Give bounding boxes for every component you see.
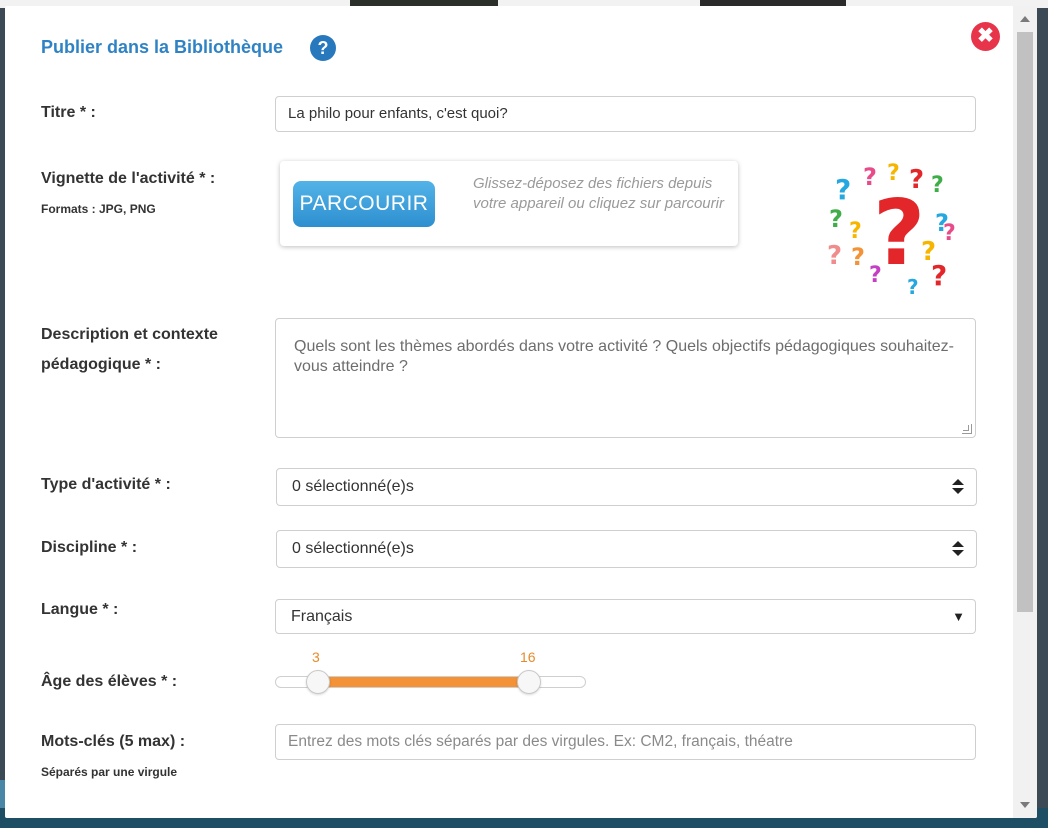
age-max-value: 16	[520, 649, 536, 665]
question-mark-icon: ?	[943, 221, 956, 246]
question-mark-icon: ?	[907, 275, 919, 299]
question-mark-icon: ?	[829, 205, 843, 233]
age-label: Âge des élèves * :	[41, 673, 178, 690]
help-icon[interactable]: ?	[310, 35, 336, 61]
age-range-slider[interactable]	[275, 670, 586, 694]
question-mark-icon: ?	[863, 163, 877, 191]
age-max-handle[interactable]	[517, 670, 541, 694]
select-arrows-icon	[952, 479, 964, 495]
question-mark-icon: ?	[931, 259, 948, 292]
browse-button[interactable]: PARCOURIR	[293, 181, 435, 227]
keywords-input[interactable]: Entrez des mots clés séparés par des vir…	[275, 724, 976, 760]
select-arrows-icon	[952, 541, 964, 557]
publish-modal: Publier dans la Bibliothèque ? ✖ Titre *…	[5, 6, 1037, 818]
question-mark-icon: ?	[869, 263, 882, 288]
close-icon[interactable]: ✖	[971, 22, 1000, 51]
question-mark-icon: ?	[887, 161, 900, 186]
description-label-line2: pédagogique * :	[41, 356, 161, 373]
question-mark-icon: ?	[849, 219, 862, 244]
language-select[interactable]: Français ▼	[275, 599, 976, 634]
dropzone-hint: Glissez-déposez des fichiers depuis votr…	[473, 175, 724, 212]
modal-scrollbar[interactable]	[1013, 6, 1037, 818]
scrollbar-thumb[interactable]	[1017, 32, 1033, 612]
description-textarea[interactable]: Quels sont les thèmes abordés dans votre…	[275, 318, 976, 438]
language-value: Français	[291, 608, 353, 625]
question-mark-icon: ?	[909, 165, 925, 195]
discipline-select[interactable]: 0 sélectionné(e)s	[276, 530, 977, 568]
discipline-label: Discipline * :	[41, 539, 138, 556]
scroll-down-icon[interactable]	[1020, 802, 1030, 808]
activity-type-select[interactable]: 0 sélectionné(e)s	[276, 468, 977, 506]
age-min-value: 3	[312, 649, 320, 665]
activity-type-label: Type d'activité * :	[41, 476, 171, 493]
title-input[interactable]: La philo pour enfants, c'est quoi?	[275, 96, 976, 132]
scroll-up-icon[interactable]	[1020, 16, 1030, 22]
description-label-line1: Description et contexte	[41, 326, 218, 343]
resize-handle-icon[interactable]	[962, 424, 972, 434]
question-mark-icon: ?	[827, 241, 843, 271]
question-mark-icon: ?	[931, 173, 944, 198]
keywords-label: Mots-clés (5 max) :	[41, 733, 186, 750]
thumbnail-image: ? ? ? ? ? ? ? ? ? ? ? ? ? ? ? ?	[825, 161, 965, 306]
age-min-handle[interactable]	[306, 670, 330, 694]
question-mark-icon: ?	[835, 173, 852, 206]
thumbnail-label: Vignette de l'activité * :	[41, 170, 216, 187]
description-placeholder: Quels sont les thèmes abordés dans votre…	[294, 338, 954, 375]
language-label: Langue * :	[41, 601, 119, 618]
chevron-down-icon: ▼	[952, 609, 965, 624]
question-mark-icon: ?	[851, 243, 865, 271]
modal-title: Publier dans la Bibliothèque	[41, 37, 284, 57]
discipline-value: 0 sélectionné(e)s	[292, 540, 414, 557]
file-dropzone[interactable]: PARCOURIR Glissez-déposez des fichiers d…	[280, 161, 738, 246]
thumbnail-formats: Formats : JPG, PNG	[41, 202, 156, 216]
keywords-hint: Séparés par une virgule	[41, 765, 178, 779]
age-range-fill	[318, 677, 529, 687]
title-label: Titre * :	[41, 104, 96, 121]
activity-type-value: 0 sélectionné(e)s	[292, 478, 414, 495]
